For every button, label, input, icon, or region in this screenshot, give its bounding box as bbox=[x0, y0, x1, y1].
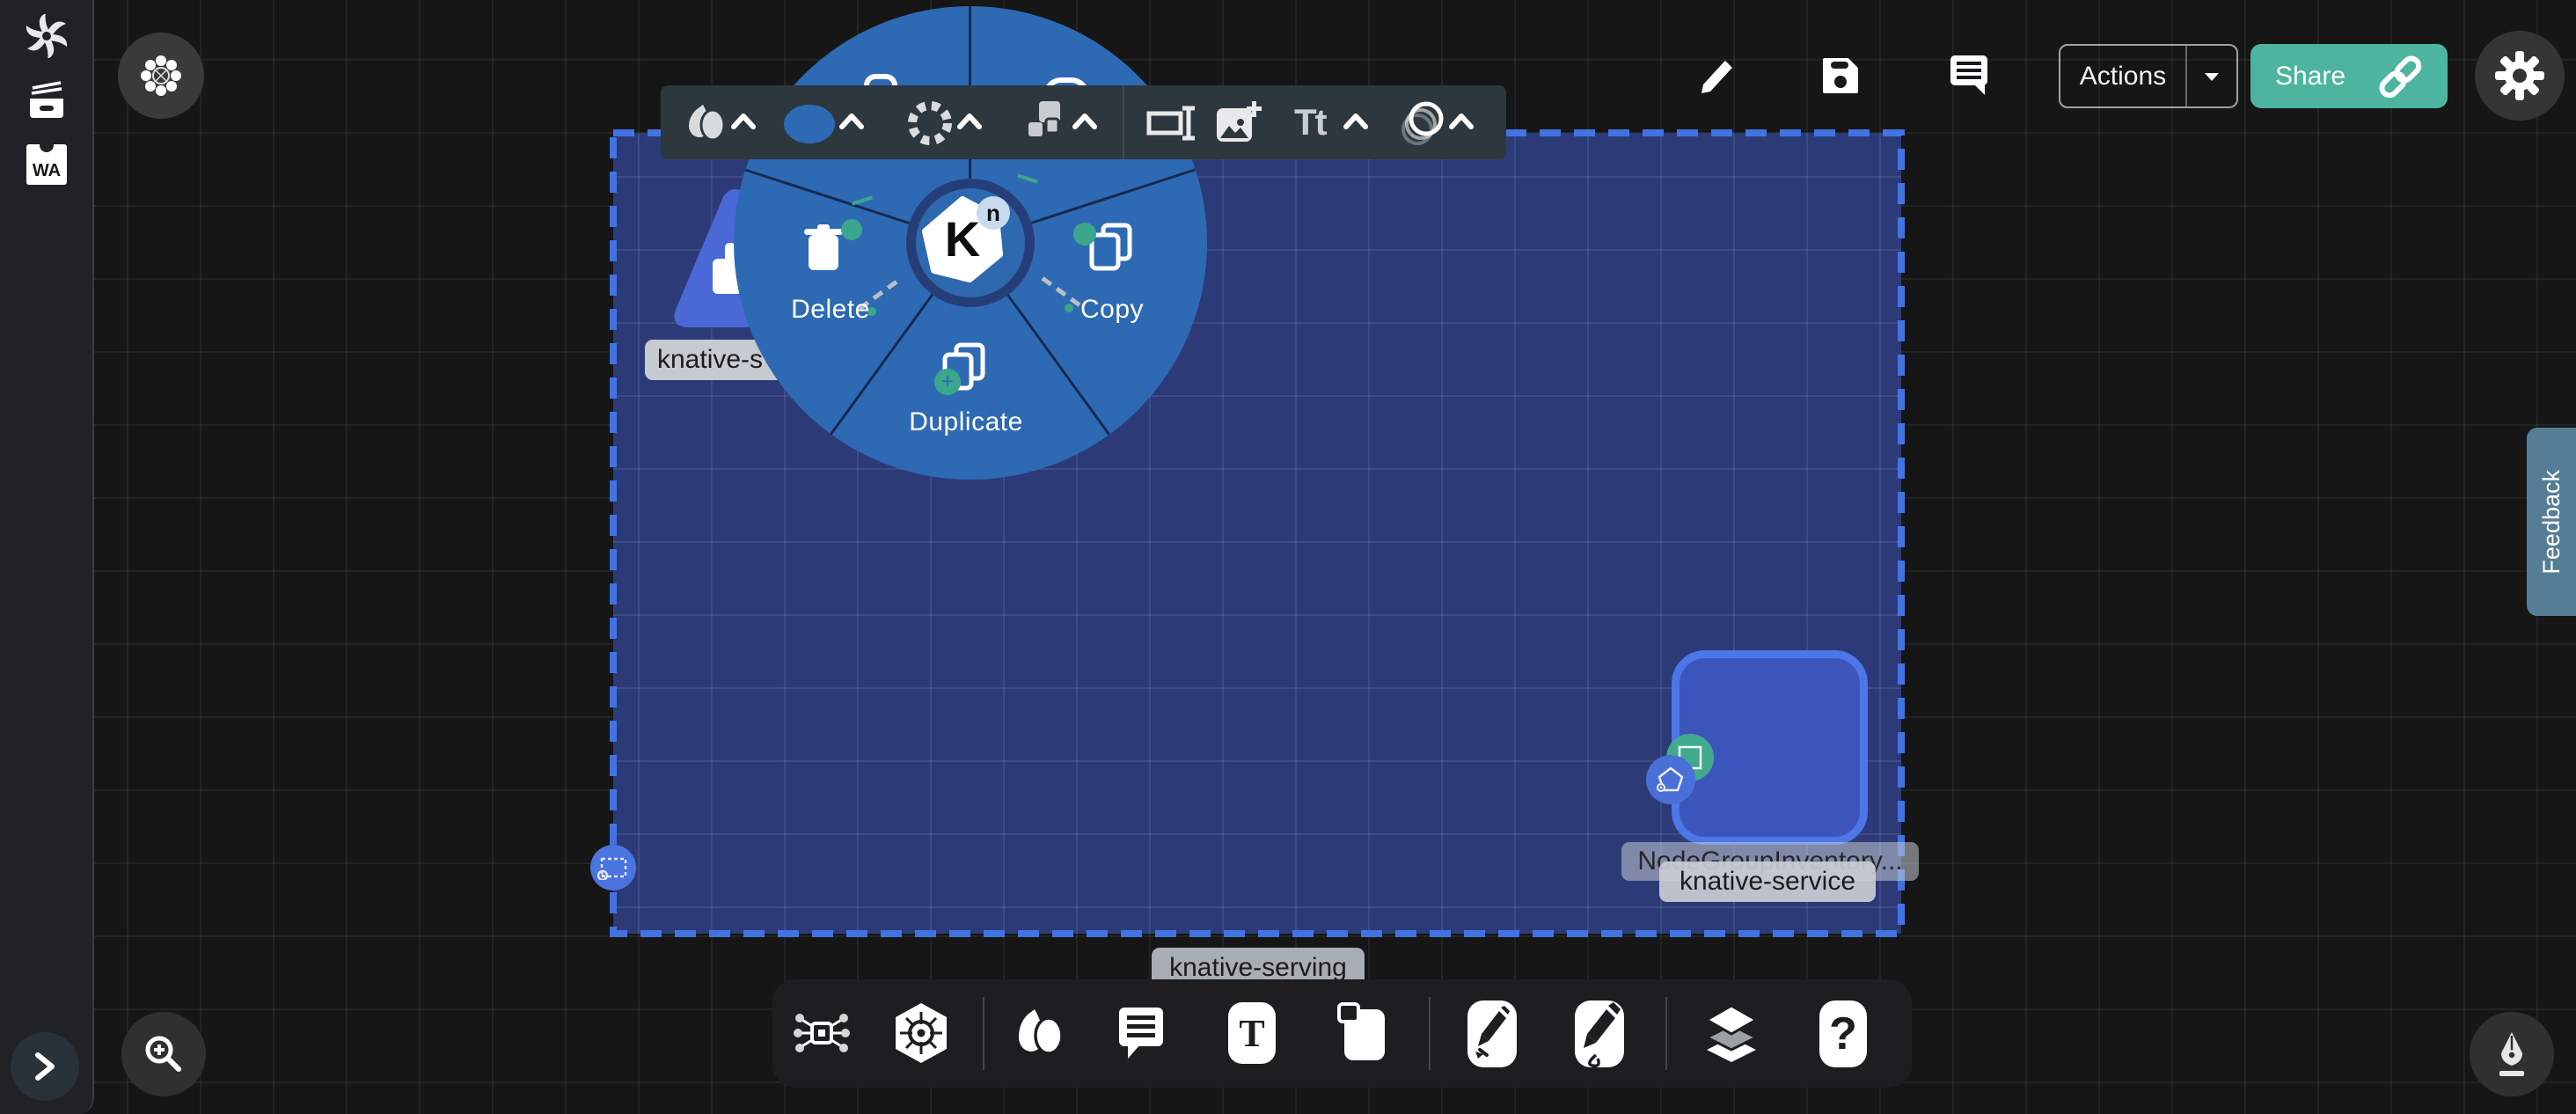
node-badge-knative[interactable] bbox=[1646, 755, 1695, 804]
radial-item-delete[interactable]: Delete bbox=[769, 217, 892, 332]
feedback-tab[interactable]: Feedback bbox=[2527, 428, 2576, 616]
chevron-up-icon[interactable] bbox=[731, 113, 756, 130]
text-tool-glyph: T bbox=[1239, 1011, 1264, 1056]
arrange-icon[interactable] bbox=[1025, 99, 1069, 145]
toolbar-divider bbox=[983, 997, 984, 1070]
knative-service-label-text: knative-service bbox=[1680, 867, 1855, 897]
color-swatch[interactable] bbox=[784, 105, 835, 143]
shapes-tool-icon[interactable] bbox=[1015, 1004, 1065, 1062]
chevron-right-icon bbox=[33, 1052, 56, 1081]
knative-serving-label-text: knative-serving bbox=[1169, 953, 1347, 983]
radial-item-label: Delete bbox=[769, 295, 892, 325]
knative-n-badge: n bbox=[977, 196, 1010, 230]
pen-tool-button[interactable] bbox=[2470, 1012, 2554, 1096]
archive-icon[interactable] bbox=[26, 79, 68, 120]
selection-handle[interactable] bbox=[590, 845, 636, 890]
duplicate-port-dot: + bbox=[934, 369, 961, 395]
settings-button[interactable] bbox=[2475, 31, 2565, 121]
chevron-up-icon[interactable] bbox=[1072, 113, 1097, 130]
actions-button[interactable]: Actions bbox=[2059, 44, 2238, 108]
chevron-up-icon[interactable] bbox=[957, 113, 982, 130]
radial-item-label: Duplicate bbox=[896, 407, 1036, 437]
feedback-tab-label: Feedback bbox=[2538, 470, 2565, 575]
toolbar-divider bbox=[1429, 997, 1431, 1070]
annotate-pen-icon bbox=[1467, 1000, 1517, 1067]
chevron-up-icon[interactable] bbox=[839, 113, 864, 130]
share-button[interactable]: Share bbox=[2250, 44, 2448, 108]
gear-icon bbox=[2494, 50, 2545, 101]
copy-icon bbox=[1089, 223, 1137, 274]
link-icon bbox=[2377, 55, 2423, 98]
chevron-up-icon[interactable] bbox=[1343, 113, 1368, 130]
connector-dash bbox=[852, 195, 873, 205]
help-tool[interactable]: ? bbox=[1819, 1000, 1867, 1067]
share-button-label: Share bbox=[2275, 62, 2345, 92]
knative-service-label: knative-service bbox=[1659, 861, 1876, 902]
radial-item-copy[interactable]: Copy bbox=[1050, 217, 1174, 332]
selection-rect-icon bbox=[597, 855, 629, 880]
knative-n-badge-text: n bbox=[986, 200, 1000, 227]
text-style-icon[interactable]: Tt bbox=[1294, 101, 1326, 143]
shape-style-icon[interactable] bbox=[685, 101, 726, 145]
comment-tool-icon[interactable] bbox=[1116, 1004, 1168, 1062]
format-toolbar: Tt bbox=[661, 85, 1506, 159]
freehand-pencil-icon bbox=[1575, 1000, 1624, 1067]
wa-notch bbox=[40, 138, 54, 152]
chevron-up-icon[interactable] bbox=[1449, 113, 1474, 130]
edit-pencil-icon[interactable] bbox=[1696, 55, 1738, 97]
toolbar-divider bbox=[1123, 85, 1124, 159]
cluster-button[interactable] bbox=[118, 33, 204, 119]
layers-tool-icon[interactable] bbox=[1701, 1002, 1761, 1066]
zoom-in-button[interactable] bbox=[121, 1012, 206, 1096]
pen-nib-icon bbox=[2492, 1030, 2531, 1078]
add-image-icon[interactable] bbox=[1215, 99, 1262, 145]
caret-down-icon bbox=[2203, 70, 2221, 83]
width-icon[interactable] bbox=[1146, 105, 1196, 142]
help-glyph: ? bbox=[1829, 1008, 1857, 1060]
radial-item-label: Copy bbox=[1050, 295, 1174, 325]
app-logo-icon[interactable] bbox=[25, 14, 69, 58]
radial-context-menu[interactable]: Delete Copy + Duplicate K n bbox=[734, 6, 1207, 480]
left-node-label-text: knative-s bbox=[657, 345, 763, 375]
pentagon-icon bbox=[1653, 762, 1688, 797]
diagram-canvas[interactable]: knative-s NodeGroupInventory... knative-… bbox=[0, 0, 2576, 1114]
actions-button-label: Actions bbox=[2060, 62, 2185, 92]
delete-port-dot bbox=[841, 219, 862, 240]
card-tool-icon[interactable] bbox=[1336, 1002, 1390, 1064]
left-sidebar: WA bbox=[0, 0, 94, 1114]
wa-label: WA bbox=[33, 161, 61, 185]
zoom-in-icon bbox=[143, 1034, 184, 1074]
freehand-pencil-tool[interactable] bbox=[1575, 1000, 1624, 1067]
copy-port-dot bbox=[1073, 223, 1096, 246]
bottom-toolbar: T bbox=[772, 979, 1912, 1088]
trash-icon bbox=[801, 224, 846, 274]
text-tool[interactable]: T bbox=[1228, 1002, 1276, 1064]
save-icon[interactable] bbox=[1819, 55, 1862, 97]
expand-sidebar-button[interactable] bbox=[11, 1032, 79, 1101]
network-tool-icon[interactable] bbox=[794, 1005, 850, 1061]
annotate-pen-tool[interactable] bbox=[1467, 1000, 1517, 1067]
connector-dash bbox=[1017, 173, 1038, 183]
opacity-icon[interactable] bbox=[1396, 98, 1447, 149]
comment-icon[interactable] bbox=[1948, 53, 1992, 99]
actions-dropdown[interactable] bbox=[2187, 70, 2236, 83]
border-style-icon[interactable] bbox=[905, 99, 955, 148]
radial-item-duplicate[interactable]: + Duplicate bbox=[896, 341, 1036, 446]
toolbar-divider bbox=[1665, 997, 1667, 1070]
webassembly-icon[interactable]: WA bbox=[26, 144, 67, 185]
kubernetes-tool-icon[interactable] bbox=[892, 1001, 950, 1065]
cluster-icon bbox=[137, 52, 185, 99]
